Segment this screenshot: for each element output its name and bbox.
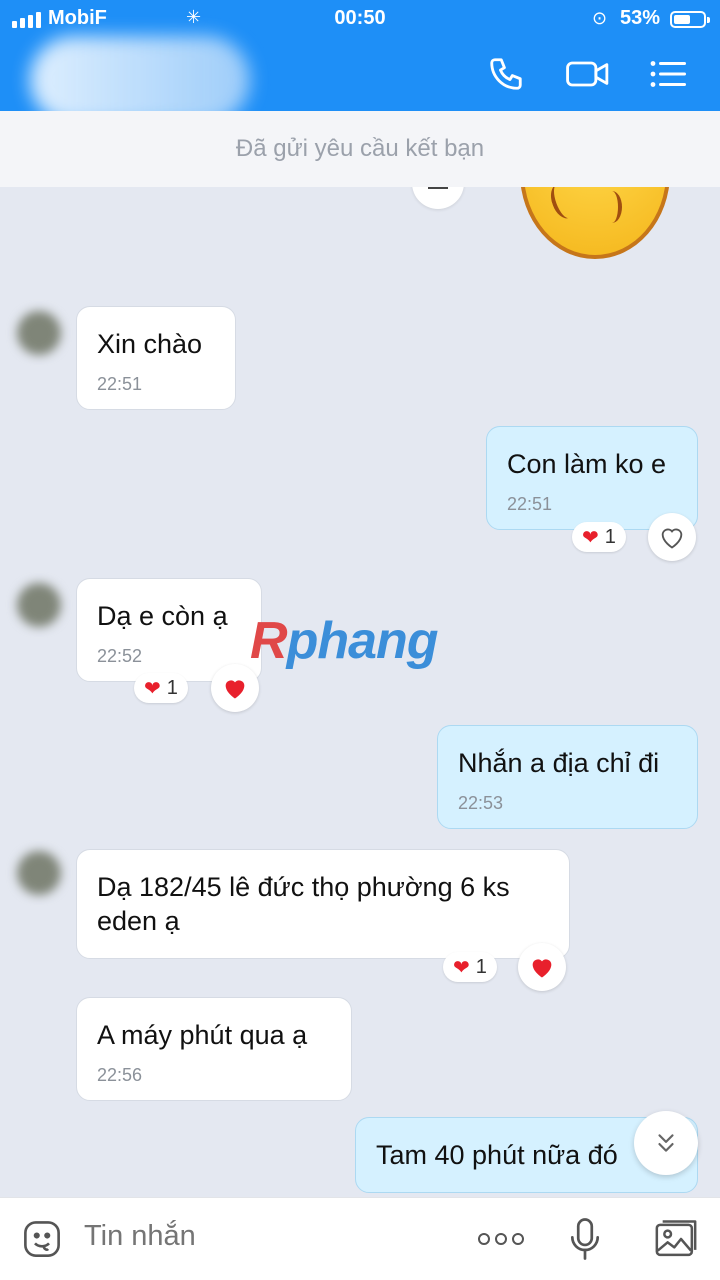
microphone-icon[interactable] <box>562 1216 608 1262</box>
avatar[interactable] <box>17 851 61 895</box>
message-text: A máy phút qua ạ <box>97 1020 308 1050</box>
message-time: 22:52 <box>97 646 143 666</box>
message-input-bar <box>0 1197 720 1280</box>
more-icon[interactable] <box>476 1216 526 1262</box>
reaction-button[interactable] <box>412 187 464 209</box>
message-time: 22:53 <box>458 793 504 813</box>
message-time: 22:51 <box>97 374 143 394</box>
message-time: 22:56 <box>97 1065 143 1085</box>
image-icon[interactable] <box>653 1216 699 1262</box>
sticker-icon[interactable] <box>19 1216 65 1262</box>
message-text: Xin chào <box>97 329 203 359</box>
watermark-logo: Rphang <box>250 612 439 670</box>
avatar[interactable] <box>17 583 61 627</box>
message-text: Tam 40 phút nữa đó <box>376 1140 618 1170</box>
double-chevron-down-icon <box>658 1134 674 1152</box>
reaction-number: 1 <box>475 955 487 978</box>
message-bubble-incoming[interactable]: Dạ 182/45 lê đức thọ phường 6 ks eden ạ <box>76 849 570 959</box>
app-header: MobiF ✳ 00:50 ⊙ 53% <box>0 0 720 124</box>
heart-icon: ❤ <box>144 677 161 700</box>
rotation-lock-icon: ⊙ <box>592 8 608 28</box>
reaction-number: 1 <box>604 525 616 548</box>
sticker-image <box>520 187 670 259</box>
battery-percent: 53% <box>620 7 661 29</box>
message-bubble-incoming[interactable]: Xin chào 22:51 <box>76 306 236 410</box>
react-heart-outline-button[interactable] <box>648 513 696 561</box>
reaction-count[interactable]: ❤ 1 <box>572 522 626 552</box>
message-time: 22:51 <box>507 494 553 514</box>
message-bubble-incoming[interactable]: A máy phút qua ạ 22:56 <box>76 997 352 1101</box>
react-heart-button[interactable] <box>518 943 566 991</box>
message-text: Dạ 182/45 lê đức thọ phường 6 ks eden ạ <box>97 872 510 936</box>
chat-area[interactable]: Xin chào 22:51 Con làm ko e 22:51 ❤ 1 Dạ… <box>0 187 720 1197</box>
message-text: Con làm ko e <box>507 449 667 479</box>
heart-icon: ❤ <box>453 956 470 979</box>
reaction-number: 1 <box>166 676 178 699</box>
status-bar: MobiF ✳ 00:50 ⊙ 53% <box>0 6 720 32</box>
message-bubble-outgoing[interactable]: Nhắn a địa chỉ đi 22:53 <box>437 725 698 829</box>
message-text: Nhắn a địa chỉ đi <box>458 748 660 778</box>
reaction-count[interactable]: ❤ 1 <box>134 673 188 703</box>
video-call-icon[interactable] <box>564 52 612 96</box>
heart-icon: ❤ <box>582 526 599 549</box>
reaction-count[interactable]: ❤ 1 <box>443 952 497 982</box>
phone-icon[interactable] <box>484 52 528 96</box>
react-heart-button[interactable] <box>211 664 259 712</box>
scroll-to-bottom-button[interactable] <box>634 1111 698 1175</box>
friend-request-banner: Đã gửi yêu cầu kết bạn <box>0 111 720 187</box>
avatar[interactable] <box>17 311 61 355</box>
message-input[interactable] <box>84 1220 444 1253</box>
menu-list-icon[interactable] <box>646 52 690 96</box>
message-text: Dạ e còn ạ <box>97 601 228 631</box>
status-time: 00:50 <box>334 7 386 29</box>
battery-icon <box>670 11 710 28</box>
